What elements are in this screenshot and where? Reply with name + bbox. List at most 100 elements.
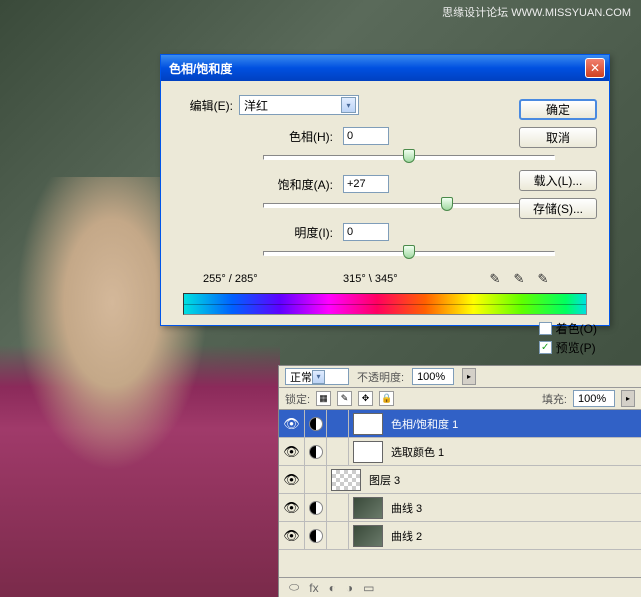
chevron-down-icon: ▾ bbox=[312, 370, 325, 384]
link-col[interactable] bbox=[305, 466, 327, 493]
fill-label: 填充: bbox=[542, 391, 567, 407]
adjustment-icon-col bbox=[305, 522, 327, 549]
adjustment-icon bbox=[309, 417, 323, 431]
watermark-text: 思缘设计论坛 WWW.MISSYUAN.COM bbox=[442, 4, 631, 20]
lock-pixels-icon[interactable]: ✎ bbox=[337, 391, 352, 406]
opacity-input[interactable]: 100% bbox=[412, 368, 454, 385]
save-button[interactable]: 存储(S)... bbox=[519, 198, 597, 219]
layer-mask-icon[interactable]: ◐ bbox=[329, 581, 336, 595]
link-col[interactable] bbox=[327, 494, 349, 521]
layer-thumb[interactable] bbox=[331, 469, 361, 491]
hue-label: 色相(H): bbox=[203, 128, 343, 145]
lightness-label: 明度(I): bbox=[203, 224, 343, 241]
layer-row[interactable]: 👁 曲线 3 bbox=[279, 494, 641, 522]
visibility-toggle[interactable]: 👁 bbox=[279, 522, 305, 549]
saturation-slider[interactable] bbox=[263, 197, 555, 213]
visibility-toggle[interactable]: 👁 bbox=[279, 494, 305, 521]
fill-input[interactable]: 100% bbox=[573, 390, 615, 407]
load-button[interactable]: 载入(L)... bbox=[519, 170, 597, 191]
saturation-input[interactable] bbox=[343, 175, 389, 193]
ok-button[interactable]: 确定 bbox=[519, 99, 597, 120]
layer-name: 曲线 3 bbox=[387, 500, 637, 516]
visibility-toggle[interactable]: 👁 bbox=[279, 438, 305, 465]
layers-panel: 正常 ▾ 不透明度: 100% ▸ 锁定: ▦ ✎ ✥ 🔒 填充: 100% ▸… bbox=[278, 365, 641, 597]
eyedropper-icon[interactable]: ✎ bbox=[487, 271, 503, 287]
saturation-label: 饱和度(A): bbox=[203, 176, 343, 193]
layer-list: 👁 色相/饱和度 1 👁 选取颜色 1 👁 图层 3 👁 曲线 3 bbox=[279, 410, 641, 550]
lightness-input[interactable] bbox=[343, 223, 389, 241]
adjustment-icon bbox=[309, 501, 323, 515]
new-adjustment-icon[interactable]: ◑ bbox=[346, 581, 353, 595]
opacity-label: 不透明度: bbox=[357, 369, 404, 385]
lock-position-icon[interactable]: ✥ bbox=[358, 391, 373, 406]
eye-icon: 👁 bbox=[283, 472, 300, 488]
dialog-buttons: 确定 取消 载入(L)... 存储(S)... bbox=[519, 99, 597, 219]
layer-row[interactable]: 👁 曲线 2 bbox=[279, 522, 641, 550]
checkbox-group: 着色(O) ✓ 预览(P) bbox=[539, 320, 597, 358]
dialog-titlebar[interactable]: 色相/饱和度 ✕ bbox=[161, 55, 609, 81]
eye-icon: 👁 bbox=[283, 444, 300, 460]
colorize-label: 着色(O) bbox=[556, 320, 597, 337]
blend-mode-value: 正常 bbox=[290, 369, 312, 385]
layer-row[interactable]: 👁 选取颜色 1 bbox=[279, 438, 641, 466]
angles-row: 255° / 285° 315° \ 345° ✎ ✎ ✎ bbox=[203, 271, 597, 287]
adjustment-icon bbox=[309, 529, 323, 543]
chevron-down-icon: ▾ bbox=[341, 97, 356, 113]
lightness-slider[interactable] bbox=[263, 245, 555, 261]
opacity-flyout-icon[interactable]: ▸ bbox=[462, 368, 476, 385]
layers-lock-row: 锁定: ▦ ✎ ✥ 🔒 填充: 100% ▸ bbox=[279, 388, 641, 410]
dialog-title: 色相/饱和度 bbox=[169, 60, 585, 77]
layer-mask-thumb[interactable] bbox=[353, 441, 383, 463]
preview-checkbox[interactable]: ✓ bbox=[539, 341, 552, 354]
hue-input[interactable] bbox=[343, 127, 389, 145]
eye-icon: 👁 bbox=[283, 416, 300, 432]
layer-mask-thumb[interactable] bbox=[353, 413, 383, 435]
adjustment-icon-col bbox=[305, 410, 327, 437]
hue-slider[interactable] bbox=[263, 149, 555, 165]
layer-name: 图层 3 bbox=[365, 472, 637, 488]
hue-thumb[interactable] bbox=[403, 149, 415, 163]
blend-mode-combo[interactable]: 正常 ▾ bbox=[285, 368, 349, 385]
layer-name: 色相/饱和度 1 bbox=[387, 416, 637, 432]
edit-channel-value: 洋红 bbox=[244, 97, 341, 114]
eyedropper-add-icon[interactable]: ✎ bbox=[511, 271, 527, 287]
layers-footer: ⬭ fx ◐ ◑ ▭ bbox=[279, 577, 641, 597]
angle-right: 315° \ 345° bbox=[343, 273, 473, 285]
link-col[interactable] bbox=[327, 522, 349, 549]
new-group-icon[interactable]: ▭ bbox=[363, 581, 374, 595]
spectrum-bar[interactable] bbox=[183, 293, 587, 315]
layer-mask-thumb[interactable] bbox=[353, 497, 383, 519]
adjustment-icon bbox=[309, 445, 323, 459]
cancel-button[interactable]: 取消 bbox=[519, 127, 597, 148]
saturation-thumb[interactable] bbox=[441, 197, 453, 211]
lock-all-icon[interactable]: 🔒 bbox=[379, 391, 394, 406]
eyedropper-sub-icon[interactable]: ✎ bbox=[535, 271, 551, 287]
layers-header: 正常 ▾ 不透明度: 100% ▸ bbox=[279, 366, 641, 388]
lightness-thumb[interactable] bbox=[403, 245, 415, 259]
preview-label: 预览(P) bbox=[556, 339, 596, 356]
colorize-checkbox[interactable] bbox=[539, 322, 552, 335]
visibility-toggle[interactable]: 👁 bbox=[279, 410, 305, 437]
dialog-body: 编辑(E): 洋红 ▾ 色相(H): 饱和度(A): 明度(I): bbox=[161, 81, 609, 325]
visibility-toggle[interactable]: 👁 bbox=[279, 466, 305, 493]
hue-saturation-dialog: 色相/饱和度 ✕ 编辑(E): 洋红 ▾ 色相(H): 饱和度(A): 明度(I… bbox=[160, 54, 610, 326]
fill-flyout-icon[interactable]: ▸ bbox=[621, 390, 635, 407]
angle-left: 255° / 285° bbox=[203, 273, 333, 285]
link-layers-icon[interactable]: ⬭ bbox=[289, 580, 299, 595]
adjustment-icon-col bbox=[305, 494, 327, 521]
layer-row[interactable]: 👁 色相/饱和度 1 bbox=[279, 410, 641, 438]
layer-mask-thumb[interactable] bbox=[353, 525, 383, 547]
lock-label: 锁定: bbox=[285, 391, 310, 407]
edit-label: 编辑(E): bbox=[173, 97, 233, 114]
lock-transparency-icon[interactable]: ▦ bbox=[316, 391, 331, 406]
eye-icon: 👁 bbox=[283, 528, 300, 544]
layer-row[interactable]: 👁 图层 3 bbox=[279, 466, 641, 494]
layer-style-icon[interactable]: fx bbox=[309, 581, 318, 595]
link-col[interactable] bbox=[327, 438, 349, 465]
close-icon: ✕ bbox=[590, 61, 600, 75]
close-button[interactable]: ✕ bbox=[585, 58, 605, 78]
adjustment-icon-col bbox=[305, 438, 327, 465]
link-col[interactable] bbox=[327, 410, 349, 437]
edit-channel-combo[interactable]: 洋红 ▾ bbox=[239, 95, 359, 115]
layer-name: 曲线 2 bbox=[387, 528, 637, 544]
